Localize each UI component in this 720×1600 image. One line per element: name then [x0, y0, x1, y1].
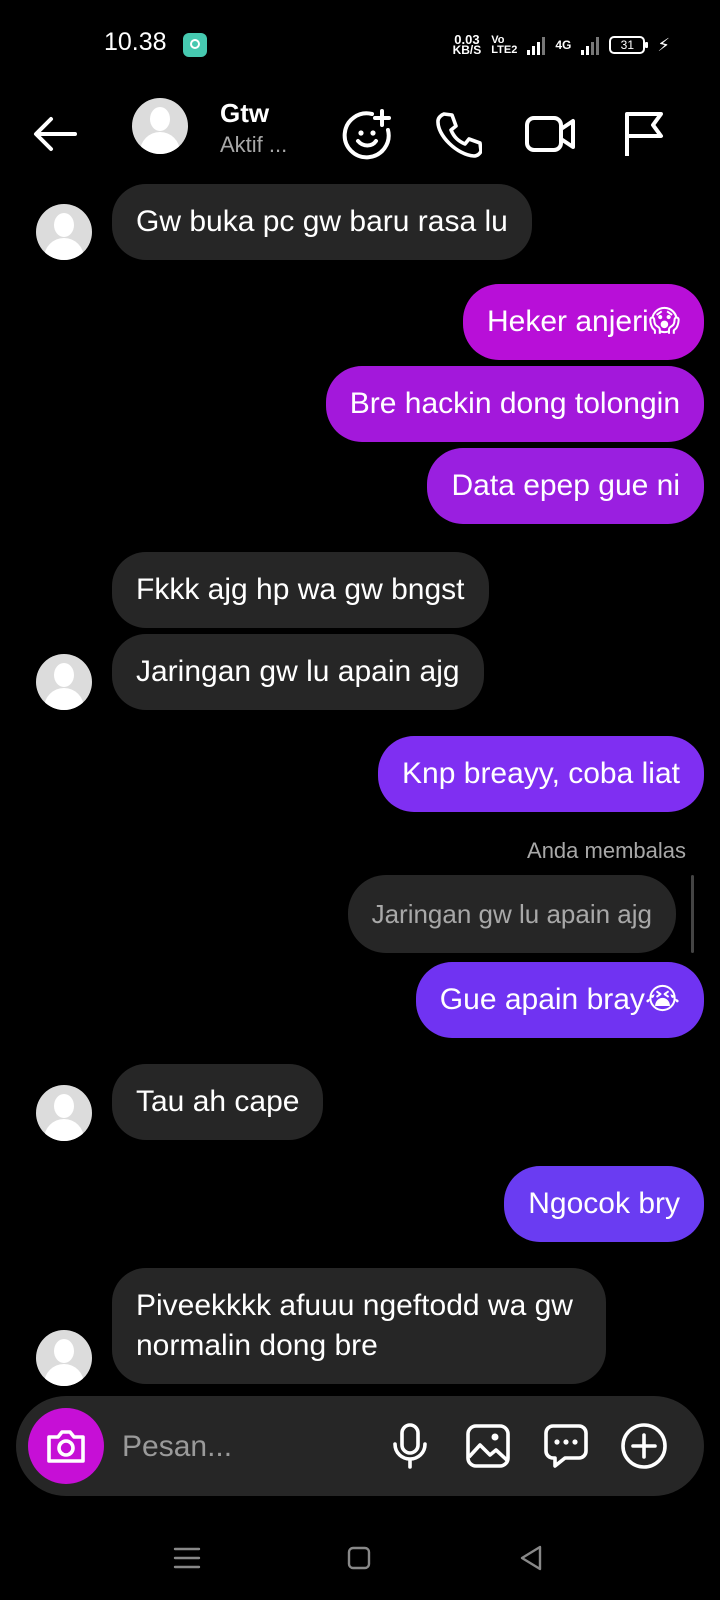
- message-outgoing[interactable]: Data epep gue ni: [427, 448, 704, 524]
- contact-avatar-small[interactable]: [36, 204, 92, 260]
- network-speed-unit: KB/S: [452, 43, 482, 57]
- status-bar: 10.38 0.03 KB/S Vo LTE2 4G 31 ⚡: [0, 0, 720, 88]
- scream-emoji: 😱: [648, 304, 680, 339]
- image-icon[interactable]: [460, 1418, 516, 1474]
- message-outgoing[interactable]: Knp breayy, coba liat: [378, 736, 704, 812]
- message-incoming[interactable]: Tau ah cape: [112, 1064, 324, 1140]
- contact-avatar-small[interactable]: [36, 1330, 92, 1386]
- network-type: 4G: [555, 38, 572, 52]
- volte-bottom: LTE2: [491, 44, 518, 56]
- message-outgoing[interactable]: Heker anjeri😱: [462, 284, 704, 360]
- signal-2-icon: [581, 35, 600, 55]
- message-incoming[interactable]: Jaringan gw lu apain ajg: [112, 634, 484, 710]
- sticker-add-icon[interactable]: [340, 106, 396, 162]
- contact-avatar-small[interactable]: [36, 654, 92, 710]
- status-time: 10.38: [104, 28, 167, 56]
- contact-avatar[interactable]: [132, 98, 188, 154]
- chat-bubble-icon[interactable]: [538, 1418, 594, 1474]
- chat-header: Gtw Aktif ...: [0, 88, 720, 188]
- signal-1-icon: [527, 35, 546, 55]
- reply-indicator-bar: [691, 875, 694, 953]
- message-outgoing[interactable]: Ngocok bry: [504, 1166, 704, 1242]
- message-composer: [16, 1396, 704, 1496]
- back-triangle-icon[interactable]: [506, 1538, 556, 1578]
- menu-icon[interactable]: [162, 1538, 212, 1578]
- camera-icon: [47, 1430, 85, 1463]
- back-arrow-icon[interactable]: [27, 106, 83, 162]
- message-incoming[interactable]: Gw buka pc gw baru rasa lu: [112, 184, 532, 260]
- plus-circle-icon[interactable]: [616, 1418, 672, 1474]
- chat-screen: 10.38 0.03 KB/S Vo LTE2 4G 31 ⚡ Gtw Akti…: [0, 0, 720, 1600]
- system-nav-bar: [0, 1520, 720, 1600]
- message-outgoing[interactable]: Bre hackin dong tolongin: [325, 366, 704, 442]
- message-incoming[interactable]: Fkkk ajg hp wa gw bngst: [112, 552, 489, 628]
- contact-status: Aktif ...: [220, 132, 288, 157]
- video-camera-icon[interactable]: [522, 106, 578, 162]
- message-outgoing[interactable]: Gue apain bray😭: [415, 962, 704, 1038]
- contact-avatar-small[interactable]: [36, 1085, 92, 1141]
- home-icon[interactable]: [334, 1538, 384, 1578]
- network-speed: 0.03 KB/S: [452, 33, 482, 57]
- quoted-reply[interactable]: Jaringan gw lu apain ajg: [347, 875, 676, 953]
- contact-name[interactable]: Gtw: [220, 98, 269, 129]
- microphone-icon[interactable]: [382, 1418, 438, 1474]
- volte-indicator: Vo LTE2: [491, 35, 518, 56]
- crying-emoji: 😭: [644, 982, 680, 1017]
- message-input[interactable]: [120, 1421, 374, 1473]
- phone-icon[interactable]: [430, 106, 486, 162]
- battery-icon: 31: [609, 36, 649, 54]
- reply-label: Anda membalas: [527, 838, 686, 863]
- notification-app-icon: [183, 33, 207, 57]
- camera-button[interactable]: [28, 1408, 104, 1484]
- flag-icon[interactable]: [615, 106, 671, 162]
- charging-icon: ⚡: [657, 34, 670, 55]
- status-indicators: 0.03 KB/S Vo LTE2 4G 31 ⚡: [453, 30, 670, 60]
- message-incoming[interactable]: Piveekkkk afuuu ngeftodd wa gw normalin …: [112, 1268, 606, 1384]
